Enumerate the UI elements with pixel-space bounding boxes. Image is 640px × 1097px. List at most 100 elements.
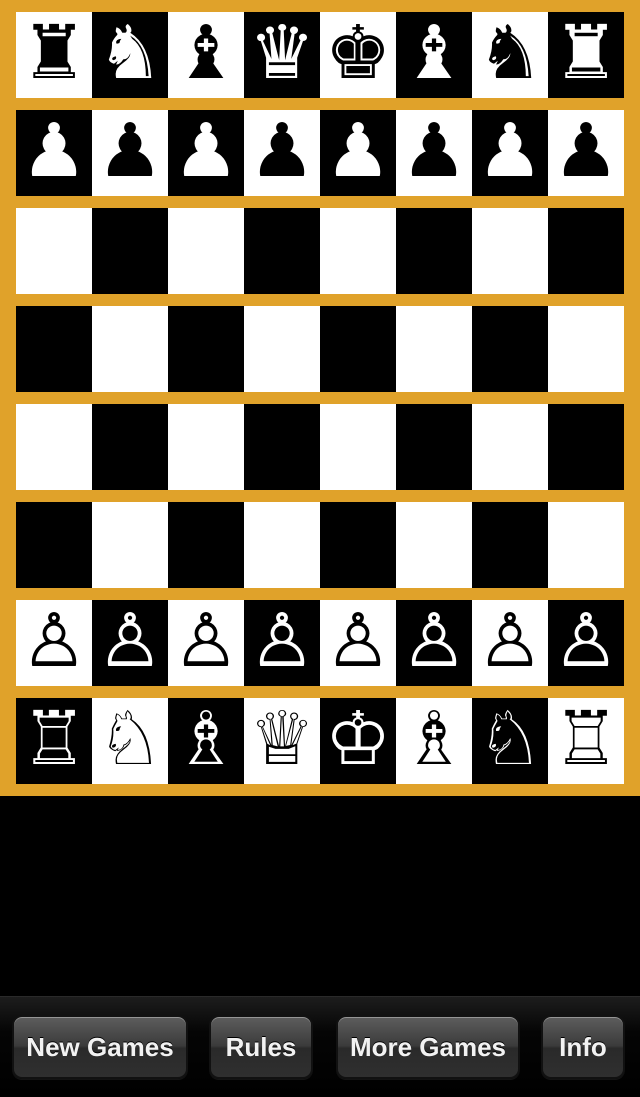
- light-square[interactable]: [168, 208, 244, 294]
- dark-square[interactable]: ♙: [92, 600, 168, 686]
- light-square[interactable]: [16, 404, 92, 490]
- dark-square[interactable]: ♔: [320, 698, 396, 784]
- black-bishop-icon[interactable]: ♝: [173, 16, 239, 90]
- dark-square[interactable]: [548, 404, 624, 490]
- dark-square[interactable]: ♙: [244, 600, 320, 686]
- black-pawn-icon[interactable]: ♟: [173, 114, 239, 188]
- dark-square[interactable]: [92, 404, 168, 490]
- dark-square[interactable]: ♙: [396, 600, 472, 686]
- rules-button[interactable]: Rules: [209, 1015, 313, 1079]
- light-square[interactable]: [396, 502, 472, 588]
- light-square[interactable]: [396, 306, 472, 392]
- black-queen-icon[interactable]: ♛: [249, 16, 315, 90]
- white-knight-icon[interactable]: ♘: [97, 702, 163, 776]
- dark-square[interactable]: [472, 306, 548, 392]
- white-rook-icon[interactable]: ♖: [553, 702, 619, 776]
- dark-square[interactable]: [244, 404, 320, 490]
- light-square[interactable]: ♙: [320, 600, 396, 686]
- dark-square[interactable]: ♝: [396, 12, 472, 98]
- dark-square[interactable]: [320, 306, 396, 392]
- dark-square[interactable]: ♟: [320, 110, 396, 196]
- light-square[interactable]: [548, 502, 624, 588]
- light-square[interactable]: [548, 306, 624, 392]
- light-square[interactable]: [92, 306, 168, 392]
- dark-square[interactable]: [168, 306, 244, 392]
- white-pawn-icon[interactable]: ♙: [249, 604, 315, 678]
- dark-square[interactable]: [548, 208, 624, 294]
- dark-square[interactable]: ♟: [16, 110, 92, 196]
- light-square[interactable]: ♙: [16, 600, 92, 686]
- black-rook-icon[interactable]: ♜: [21, 16, 87, 90]
- info-button[interactable]: Info: [541, 1015, 625, 1079]
- black-king-icon[interactable]: ♚: [325, 16, 391, 90]
- white-king-icon[interactable]: ♔: [325, 702, 391, 776]
- dark-square[interactable]: [168, 502, 244, 588]
- white-pawn-icon[interactable]: ♙: [477, 604, 543, 678]
- dark-square[interactable]: ♟: [168, 110, 244, 196]
- white-pawn-icon[interactable]: ♙: [553, 604, 619, 678]
- dark-square[interactable]: [472, 502, 548, 588]
- white-rook-icon[interactable]: ♖: [21, 702, 87, 776]
- black-pawn-icon[interactable]: ♟: [249, 114, 315, 188]
- black-pawn-icon[interactable]: ♟: [97, 114, 163, 188]
- dark-square[interactable]: [396, 404, 472, 490]
- light-square[interactable]: ♖: [548, 698, 624, 784]
- white-pawn-icon[interactable]: ♙: [325, 604, 391, 678]
- light-square[interactable]: [244, 306, 320, 392]
- light-square[interactable]: ♝: [168, 12, 244, 98]
- light-square[interactable]: [472, 208, 548, 294]
- dark-square[interactable]: ♞: [92, 12, 168, 98]
- black-pawn-icon[interactable]: ♟: [477, 114, 543, 188]
- white-pawn-icon[interactable]: ♙: [173, 604, 239, 678]
- light-square[interactable]: ♗: [396, 698, 472, 784]
- dark-square[interactable]: ♜: [548, 12, 624, 98]
- new-games-button[interactable]: New Games: [12, 1015, 188, 1079]
- light-square[interactable]: [320, 208, 396, 294]
- dark-square[interactable]: [396, 208, 472, 294]
- white-pawn-icon[interactable]: ♙: [401, 604, 467, 678]
- light-square[interactable]: ♙: [472, 600, 548, 686]
- light-square[interactable]: [168, 404, 244, 490]
- light-square[interactable]: ♚: [320, 12, 396, 98]
- light-square[interactable]: ♜: [16, 12, 92, 98]
- dark-square[interactable]: ♘: [472, 698, 548, 784]
- light-square[interactable]: ♞: [472, 12, 548, 98]
- black-rook-icon[interactable]: ♜: [553, 16, 619, 90]
- dark-square[interactable]: [16, 502, 92, 588]
- dark-square[interactable]: ♟: [472, 110, 548, 196]
- light-square[interactable]: ♟: [548, 110, 624, 196]
- dark-square[interactable]: ♛: [244, 12, 320, 98]
- light-square[interactable]: ♘: [92, 698, 168, 784]
- light-square[interactable]: [92, 502, 168, 588]
- black-pawn-icon[interactable]: ♟: [325, 114, 391, 188]
- white-pawn-icon[interactable]: ♙: [21, 604, 87, 678]
- black-pawn-icon[interactable]: ♟: [21, 114, 87, 188]
- black-knight-icon[interactable]: ♞: [477, 16, 543, 90]
- light-square[interactable]: ♟: [92, 110, 168, 196]
- light-square[interactable]: [16, 208, 92, 294]
- light-square[interactable]: ♟: [396, 110, 472, 196]
- black-bishop-icon[interactable]: ♝: [401, 16, 467, 90]
- white-queen-icon[interactable]: ♕: [249, 702, 315, 776]
- light-square[interactable]: [320, 404, 396, 490]
- more-games-button[interactable]: More Games: [336, 1015, 520, 1079]
- white-knight-icon[interactable]: ♘: [477, 702, 543, 776]
- dark-square[interactable]: [16, 306, 92, 392]
- light-square[interactable]: ♙: [168, 600, 244, 686]
- dark-square[interactable]: [92, 208, 168, 294]
- dark-square[interactable]: ♗: [168, 698, 244, 784]
- light-square[interactable]: ♟: [244, 110, 320, 196]
- light-square[interactable]: [244, 502, 320, 588]
- white-pawn-icon[interactable]: ♙: [97, 604, 163, 678]
- black-pawn-icon[interactable]: ♟: [553, 114, 619, 188]
- light-square[interactable]: [472, 404, 548, 490]
- light-square[interactable]: ♕: [244, 698, 320, 784]
- dark-square[interactable]: ♙: [548, 600, 624, 686]
- black-pawn-icon[interactable]: ♟: [401, 114, 467, 188]
- white-bishop-icon[interactable]: ♗: [173, 702, 239, 776]
- white-bishop-icon[interactable]: ♗: [401, 702, 467, 776]
- dark-square[interactable]: ♖: [16, 698, 92, 784]
- dark-square[interactable]: [244, 208, 320, 294]
- dark-square[interactable]: [320, 502, 396, 588]
- black-knight-icon[interactable]: ♞: [97, 16, 163, 90]
